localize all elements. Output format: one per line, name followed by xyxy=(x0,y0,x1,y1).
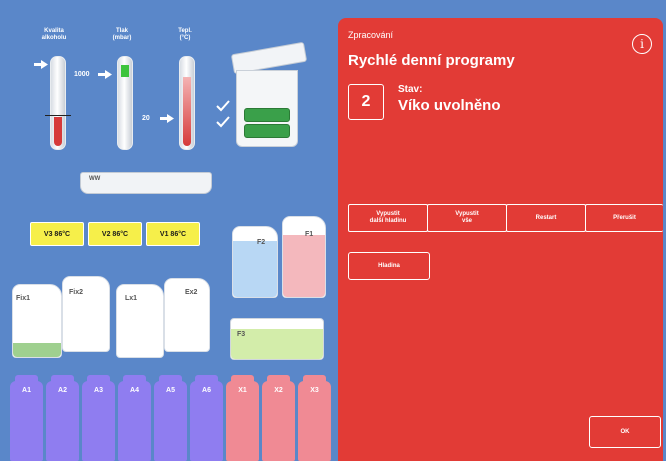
bottle-x3: X3 xyxy=(298,375,331,461)
alcohol-quality-gauge xyxy=(45,56,71,150)
f1-jug: F1 xyxy=(282,216,326,298)
panel-section-label: Zpracování xyxy=(348,30,394,40)
alcohol-quality-header: Kvalita alkoholu xyxy=(41,28,67,41)
alcohol-quality-fill xyxy=(54,117,62,146)
bottle-row: A1 A2 A3 A4 A5 A6 X1 X2 X3 xyxy=(10,375,331,461)
bottle-a3: A3 xyxy=(82,375,115,461)
bottle-label: A6 xyxy=(202,387,211,394)
bottle-a6: A6 xyxy=(190,375,223,461)
bottle-x1: X1 xyxy=(226,375,259,461)
drain-all-button[interactable]: Vypustit vše xyxy=(427,204,507,232)
alcohol-level-arrow-icon xyxy=(34,60,48,69)
processing-panel: Zpracování Rychlé denní programy i 2 Sta… xyxy=(338,18,663,461)
fix2-jug: Fix2 xyxy=(62,276,110,352)
drain-next-level-button[interactable]: Vypustit další hladinu xyxy=(348,204,428,232)
bottle-a4: A4 xyxy=(118,375,151,461)
info-button[interactable]: i xyxy=(632,34,652,54)
ww-label: WW xyxy=(89,176,101,182)
f2-jug: F2 xyxy=(232,226,278,298)
bottle-label: X2 xyxy=(274,387,283,394)
level-button[interactable]: Hladina xyxy=(348,252,430,280)
pressure-mark-high: 1000 xyxy=(74,71,90,78)
restart-button[interactable]: Restart xyxy=(506,204,586,232)
v2-paraffin-tag: V2 86°C xyxy=(88,222,142,246)
abort-button[interactable]: Přerušit xyxy=(585,204,663,232)
fix2-label: Fix2 xyxy=(69,289,84,296)
bottle-label: A2 xyxy=(58,387,67,394)
step-number-box: 2 xyxy=(348,84,384,120)
bottle-a5: A5 xyxy=(154,375,187,461)
status-value: Víko uvolněno xyxy=(398,97,501,114)
bottle-a2: A2 xyxy=(46,375,79,461)
check-icon xyxy=(216,100,230,112)
bottle-label: A4 xyxy=(130,387,139,394)
bottle-label: A5 xyxy=(166,387,175,394)
temperature-header: Tepl. (°C) xyxy=(178,28,192,41)
f2-label: F2 xyxy=(257,239,266,246)
bottle-label: X3 xyxy=(310,387,319,394)
pressure-gauge xyxy=(117,56,133,150)
status-label: Stav: xyxy=(398,84,423,95)
ex2-jug: Ex2 xyxy=(164,278,210,352)
v3-paraffin-tag: V3 86°C xyxy=(30,222,84,246)
ex2-label: Ex2 xyxy=(185,289,198,296)
f3-label: F3 xyxy=(237,331,246,338)
pressure-arrow-icon xyxy=(98,70,112,79)
fix1-fill xyxy=(13,343,61,357)
pressure-fill xyxy=(121,65,129,77)
f2-fill xyxy=(233,241,277,297)
lx1-jug: Lx1 xyxy=(116,284,164,358)
ok-button[interactable]: OK xyxy=(589,416,661,448)
retort-level-2 xyxy=(244,124,290,138)
v1-paraffin-tag: V1 86°C xyxy=(146,222,200,246)
fix1-label: Fix1 xyxy=(16,295,31,302)
retort-level-1 xyxy=(244,108,290,122)
bottle-label: X1 xyxy=(238,387,247,394)
check-icon xyxy=(216,116,230,128)
lx1-label: Lx1 xyxy=(125,295,138,302)
f1-fill xyxy=(283,235,325,297)
f3-container: F3 xyxy=(230,318,324,360)
panel-title: Rychlé denní programy xyxy=(348,52,515,69)
pressure-mark-low: 20 xyxy=(142,115,150,122)
fix1-jug: Fix1 xyxy=(12,284,62,358)
bottle-label: A1 xyxy=(22,387,31,394)
ww-container: WW xyxy=(80,172,212,194)
bottle-a1: A1 xyxy=(10,375,43,461)
bottle-x2: X2 xyxy=(262,375,295,461)
temperature-fill xyxy=(183,77,191,146)
retort xyxy=(230,41,308,147)
alcohol-level-marker xyxy=(45,115,71,116)
pressure-header: Tlak (mbar) xyxy=(112,28,132,41)
f1-label: F1 xyxy=(305,231,314,238)
pressure-low-arrow-icon xyxy=(160,114,174,123)
temperature-gauge xyxy=(179,56,195,150)
bottle-label: A3 xyxy=(94,387,103,394)
info-icon: i xyxy=(640,37,644,51)
